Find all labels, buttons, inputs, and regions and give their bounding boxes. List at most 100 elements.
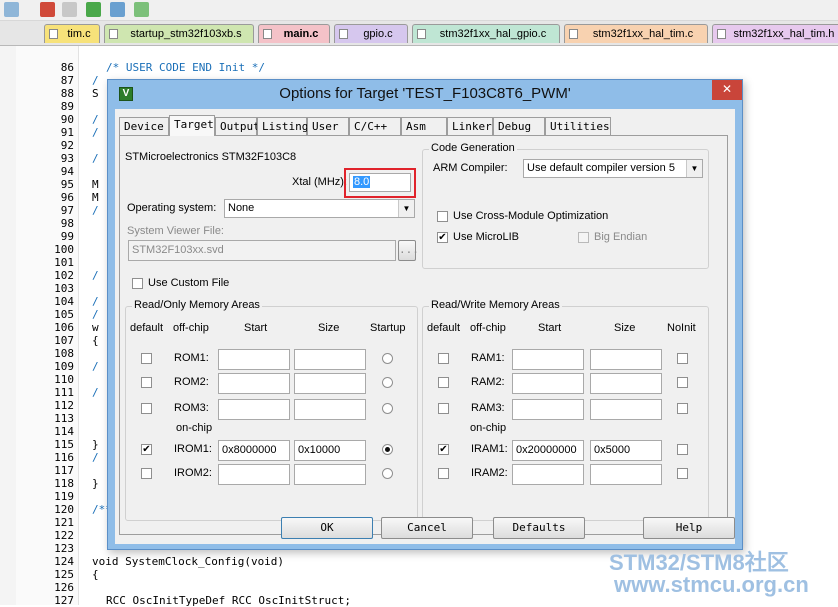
tab-utilities[interactable]: Utilities [545, 117, 611, 135]
startup-radio[interactable] [382, 444, 393, 455]
rom-start-input[interactable] [218, 373, 290, 394]
tab-output[interactable]: Output [215, 117, 260, 135]
file-tab-gpio-c[interactable]: gpio.c [334, 24, 408, 43]
rom-size-input[interactable]: 0x10000 [294, 440, 366, 461]
green-diamond-icon[interactable] [86, 2, 101, 17]
ram-size-input[interactable] [590, 373, 662, 394]
file-icon [569, 29, 578, 39]
file-tab-main-c[interactable]: main.c [258, 24, 330, 43]
ram-default-checkbox[interactable] [438, 353, 449, 364]
rom-start-input[interactable] [218, 399, 290, 420]
tab-target[interactable]: Target [169, 115, 215, 136]
ram-size-input[interactable] [590, 464, 662, 485]
rom-default-checkbox[interactable] [141, 353, 152, 364]
svf-input[interactable]: STM32F103xx.svd [128, 240, 396, 261]
noinit-checkbox[interactable] [677, 403, 688, 414]
target-tab-panel: STMicroelectronics STM32F103C8 Xtal (MHz… [119, 135, 728, 535]
ram-default-checkbox[interactable]: ✔ [438, 444, 449, 455]
cross-module-checkbox[interactable] [437, 211, 448, 222]
compiler-select[interactable]: Use default compiler version 5 ▼ [523, 159, 703, 178]
rom-size-input[interactable] [294, 349, 366, 370]
ram-default-checkbox[interactable] [438, 468, 449, 479]
custom-file-checkbox[interactable] [132, 278, 143, 289]
code-fragment: / [92, 451, 99, 464]
startup-radio[interactable] [382, 403, 393, 414]
code-fragment: M [92, 178, 99, 191]
file-tab-hal-tim-c[interactable]: stm32f1xx_hal_tim.c [564, 24, 708, 43]
svf-browse-button[interactable]: ... [398, 240, 419, 261]
startup-radio[interactable] [382, 377, 393, 388]
help-button[interactable]: Help [643, 517, 735, 539]
line-number: 98 [60, 217, 74, 230]
copy-icon[interactable] [62, 2, 77, 17]
rom-start-input[interactable]: 0x8000000 [218, 440, 290, 461]
rom-default-checkbox[interactable] [141, 468, 152, 479]
line-number: 115 [54, 438, 74, 451]
startup-radio[interactable] [382, 353, 393, 364]
noinit-checkbox[interactable] [677, 444, 688, 455]
ram-default-checkbox[interactable] [438, 377, 449, 388]
ok-button[interactable]: OK [281, 517, 373, 539]
ram-default-checkbox[interactable] [438, 403, 449, 414]
file-tab-startup[interactable]: startup_stm32f103xb.s [104, 24, 254, 43]
ram-row-name: RAM3: [471, 402, 505, 414]
rom-default-checkbox[interactable] [141, 377, 152, 388]
microlib-checkbox[interactable]: ✔ [437, 232, 448, 243]
rom-size-input[interactable] [294, 399, 366, 420]
big-endian-checkbox[interactable] [578, 232, 589, 243]
file-icon [109, 29, 118, 39]
line-number: 121 [54, 516, 74, 529]
rom-start-input[interactable] [218, 349, 290, 370]
watermark-url: www.stmcu.org.cn [614, 572, 809, 597]
cancel-button[interactable]: Cancel [381, 517, 473, 539]
rom-size-input[interactable] [294, 464, 366, 485]
toolbar [0, 0, 838, 21]
rom-default-checkbox[interactable]: ✔ [141, 444, 152, 455]
line-number: 104 [54, 295, 74, 308]
tab-c-c-[interactable]: C/C++ [349, 117, 401, 135]
stop-build-icon[interactable] [40, 2, 55, 17]
dialog-title-bar[interactable]: V Options for Target 'TEST_F103C8T6_PWM'… [108, 80, 742, 108]
wand-icon[interactable] [4, 2, 19, 17]
breakpoint-gutter[interactable] [0, 46, 17, 605]
tab-asm[interactable]: Asm [401, 117, 447, 135]
ram-start-input[interactable] [512, 349, 584, 370]
file-tab-hal-tim-h[interactable]: stm32f1xx_hal_tim.h [712, 24, 838, 43]
line-number: 117 [54, 464, 74, 477]
tab-user[interactable]: User [307, 117, 349, 135]
ram-size-input[interactable]: 0x5000 [590, 440, 662, 461]
compiler-label: ARM Compiler: [433, 162, 508, 174]
tab-linker[interactable]: Linker [447, 117, 493, 135]
tab-device[interactable]: Device [119, 117, 169, 135]
options-icon[interactable] [110, 2, 125, 17]
file-tab-hal-gpio[interactable]: stm32f1xx_hal_gpio.c [412, 24, 560, 43]
rom-row-name: IROM2: [174, 467, 212, 479]
ram-start-input[interactable]: 0x20000000 [512, 440, 584, 461]
file-tab-tim-c[interactable]: tim.c [44, 24, 100, 43]
noinit-checkbox[interactable] [677, 353, 688, 364]
line-number: 88 [60, 87, 74, 100]
code-line-118: } [92, 477, 99, 490]
ram-start-input[interactable] [512, 373, 584, 394]
line-number: 116 [54, 451, 74, 464]
tab-debug[interactable]: Debug [493, 117, 545, 135]
line-number: 100 [54, 243, 74, 256]
noinit-checkbox[interactable] [677, 377, 688, 388]
close-button[interactable]: ✕ [712, 80, 742, 100]
tab-listing[interactable]: Listing [257, 117, 308, 135]
os-select[interactable]: None ▼ [224, 199, 415, 218]
line-number: 101 [54, 256, 74, 269]
ram-start-input[interactable] [512, 464, 584, 485]
defaults-button[interactable]: Defaults [493, 517, 585, 539]
rom-default-checkbox[interactable] [141, 403, 152, 414]
noinit-checkbox[interactable] [677, 468, 688, 479]
manage-icon[interactable] [134, 2, 149, 17]
startup-radio[interactable] [382, 468, 393, 479]
code-line-86: /* USER CODE END Init */ [106, 61, 265, 74]
ram-size-input[interactable] [590, 399, 662, 420]
ram-size-input[interactable] [590, 349, 662, 370]
ram-start-input[interactable] [512, 399, 584, 420]
rom-start-input[interactable] [218, 464, 290, 485]
rom-size-input[interactable] [294, 373, 366, 394]
line-number: 107 [54, 334, 74, 347]
